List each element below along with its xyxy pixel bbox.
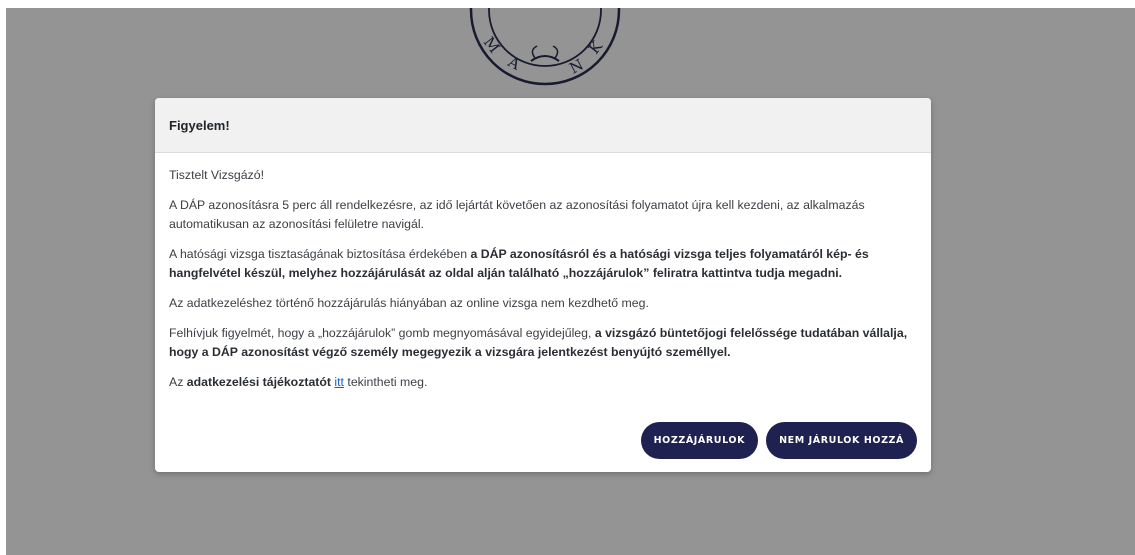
privacy-paragraph: Az adatkezelési tájékoztatót itt tekinth… (169, 373, 917, 392)
greeting-text: Tisztelt Vizsgázó! (169, 168, 264, 182)
browser-viewport: M A N K Figyelem! Tisztelt Vizsgázó! A D… (6, 8, 1135, 555)
liability-text: Felhívjuk figyelmét, hogy a „hozzájárulo… (169, 326, 595, 340)
modal-header: Figyelem! (155, 98, 931, 153)
liability-paragraph: Felhívjuk figyelmét, hogy a „hozzájárulo… (169, 324, 917, 362)
modal-body: Tisztelt Vizsgázó! A DÁP azonosításra 5 … (155, 153, 931, 392)
consent-required-paragraph: Az adatkezeléshez történő hozzájárulás h… (169, 296, 649, 310)
accept-button[interactable]: HOZZÁJÁRULOK (640, 422, 759, 459)
decline-button[interactable]: NEM JÁRULOK HOZZÁ (766, 422, 917, 459)
recording-paragraph: A hatósági vizsga tisztaságának biztosít… (169, 245, 917, 283)
privacy-bold-text: adatkezelési tájékoztatót (186, 375, 331, 389)
time-limit-paragraph: A DÁP azonosításra 5 perc áll rendelkezé… (169, 198, 865, 231)
privacy-text-suffix: tekintheti meg. (343, 375, 428, 389)
modal-title: Figyelem! (169, 117, 230, 133)
privacy-text-prefix: Az (169, 375, 187, 389)
modal-footer: HOZZÁJÁRULOK NEM JÁRULOK HOZZÁ (640, 422, 917, 459)
privacy-policy-link[interactable]: itt (334, 375, 344, 389)
recording-text: A hatósági vizsga tisztaságának biztosít… (169, 247, 471, 261)
consent-modal: Figyelem! Tisztelt Vizsgázó! A DÁP azono… (155, 98, 931, 472)
